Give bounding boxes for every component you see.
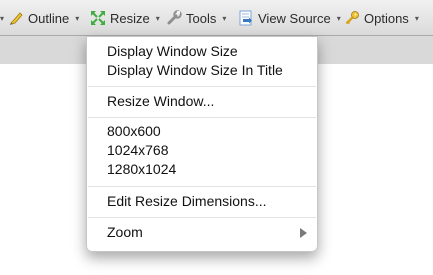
chevron-down-icon: ▾ bbox=[75, 13, 80, 23]
menu-item-edit-resize-dimensions[interactable]: Edit Resize Dimensions... bbox=[107, 192, 267, 210]
pencil-icon bbox=[8, 10, 24, 26]
chevron-down-icon: ▾ bbox=[155, 13, 160, 23]
menu-item-display-window-size[interactable]: Display Window Size bbox=[107, 42, 238, 60]
document-arrow-icon bbox=[238, 10, 254, 26]
menu-item-size-800x600[interactable]: 800x600 bbox=[107, 122, 161, 140]
menu-separator bbox=[88, 186, 316, 187]
chevron-down-icon: ▾ bbox=[336, 13, 341, 23]
menu-item-size-1280x1024[interactable]: 1280x1024 bbox=[107, 160, 176, 178]
toolbar-view-source-button[interactable]: View Source ▾ bbox=[238, 0, 341, 36]
wrench-icon bbox=[166, 10, 182, 26]
chevron-down-icon: ▾ bbox=[414, 13, 419, 23]
resize-arrows-icon bbox=[90, 10, 106, 26]
toolbar-outline-button[interactable]: Outline ▾ bbox=[8, 0, 79, 36]
toolbar-overflow-caret[interactable]: ▾ bbox=[0, 0, 4, 36]
toolbar-outline-label: Outline bbox=[28, 10, 70, 26]
toolbar-tools-button[interactable]: Tools ▾ bbox=[166, 0, 226, 36]
menu-item-zoom[interactable]: Zoom bbox=[107, 223, 143, 241]
menu-item-size-1024x768[interactable]: 1024x768 bbox=[107, 141, 169, 159]
menu-item-resize-window[interactable]: Resize Window... bbox=[107, 92, 214, 110]
toolbar-resize-label: Resize bbox=[110, 10, 150, 26]
toolbar-resize-button[interactable]: Resize ▾ bbox=[90, 0, 160, 36]
toolbar-view-source-label: View Source bbox=[258, 10, 331, 26]
menu-separator bbox=[88, 86, 316, 87]
toolbar-options-label: Options bbox=[364, 10, 409, 26]
menu-separator bbox=[88, 217, 316, 218]
toolbar-options-button[interactable]: Options ▾ bbox=[344, 0, 419, 36]
menu-item-display-window-size-in-title[interactable]: Display Window Size In Title bbox=[107, 61, 283, 79]
submenu-arrow-icon bbox=[300, 228, 307, 238]
key-icon bbox=[344, 10, 360, 26]
toolbar: ▾ Outline ▾ Resize ▾ Tools ▾ View Source… bbox=[0, 0, 433, 36]
menu-separator bbox=[88, 117, 316, 118]
resize-dropdown-menu: Display Window Size Display Window Size … bbox=[86, 36, 318, 252]
chevron-down-icon: ▾ bbox=[222, 13, 227, 23]
toolbar-tools-label: Tools bbox=[186, 10, 217, 26]
